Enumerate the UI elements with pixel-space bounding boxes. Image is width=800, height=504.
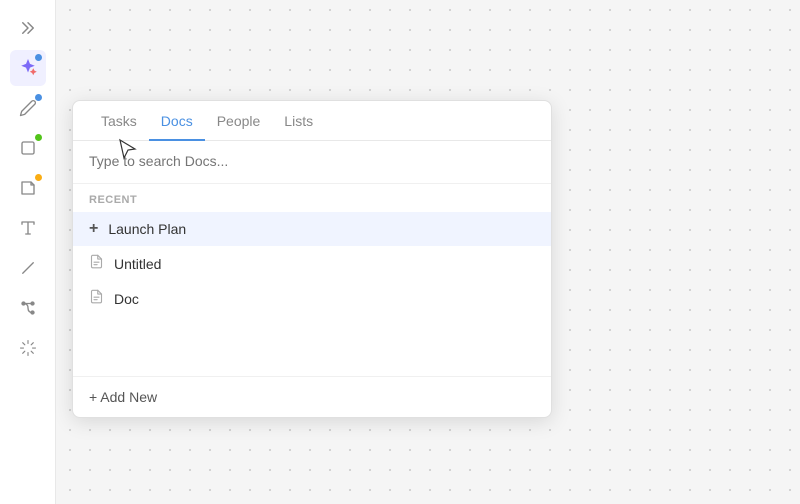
tab-docs[interactable]: Docs <box>149 101 205 141</box>
sidebar-icon-sparkle[interactable] <box>10 330 46 366</box>
add-new-button[interactable]: + Add New <box>73 376 551 417</box>
sidebar-icon-text[interactable] <box>10 210 46 246</box>
tab-lists[interactable]: Lists <box>272 101 325 141</box>
sidebar-icon-sticky[interactable] <box>10 170 46 206</box>
tab-people[interactable]: People <box>205 101 273 141</box>
shape-icon-dot <box>35 134 42 141</box>
list-item[interactable]: Untitled <box>73 246 551 281</box>
sidebar-icon-connector[interactable] <box>10 290 46 326</box>
doc-item-label: Untitled <box>114 256 161 272</box>
sidebar-icon-arrow[interactable] <box>10 10 46 46</box>
sticky-icon-dot <box>35 174 42 181</box>
pencil-icon-dot <box>35 94 42 101</box>
search-area <box>73 141 551 184</box>
tab-tasks[interactable]: Tasks <box>89 101 149 141</box>
doc-item-label: Launch Plan <box>108 221 186 237</box>
document-icon <box>89 254 104 273</box>
magic-icon-dot <box>35 54 42 61</box>
tabs-container: Tasks Docs People Lists <box>73 101 551 141</box>
sidebar-icon-line[interactable] <box>10 250 46 286</box>
doc-item-label: Doc <box>114 291 139 307</box>
popup-panel: Tasks Docs People Lists RECENT + Launch … <box>72 100 552 418</box>
list-item[interactable]: Doc <box>73 281 551 316</box>
list-item[interactable]: + Launch Plan <box>73 212 551 246</box>
recent-section-label: RECENT <box>73 184 551 212</box>
search-input[interactable] <box>89 153 535 169</box>
plus-icon: + <box>89 220 98 238</box>
sidebar-icon-shape[interactable] <box>10 130 46 166</box>
document-icon <box>89 289 104 308</box>
sidebar <box>0 0 56 504</box>
sidebar-icon-magic[interactable] <box>10 50 46 86</box>
sidebar-icon-pencil[interactable] <box>10 90 46 126</box>
add-new-label: + Add New <box>89 389 157 405</box>
